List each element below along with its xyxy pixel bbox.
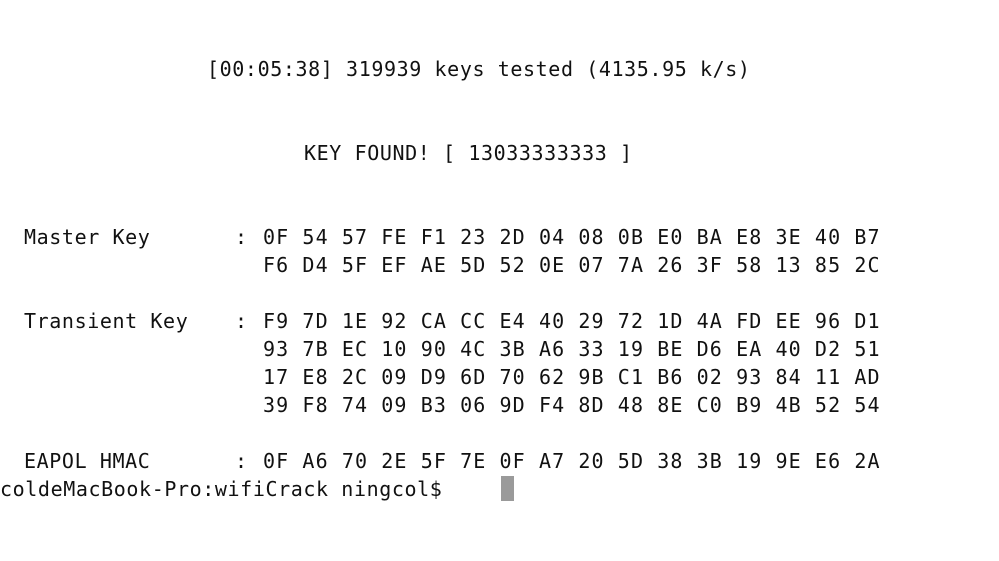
transient-key-row: 39 F8 74 09 B3 06 9D F4 8D 48 8E C0 B9 4… [263, 393, 881, 417]
master-key-separator: : [235, 225, 248, 249]
shell-prompt: coldeMacBook-Pro:wifiCrack ningcol$ [0, 477, 443, 501]
eapol-hmac-row: 0F A6 70 2E 5F 7E 0F A7 20 5D 38 3B 19 9… [263, 449, 881, 473]
text-cursor[interactable] [501, 476, 514, 501]
progress-line: [00:05:38] 319939 keys tested (4135.95 k… [207, 57, 751, 81]
terminal-window[interactable]: [00:05:38] 319939 keys tested (4135.95 k… [0, 0, 999, 561]
key-found-line: KEY FOUND! [ 13033333333 ] [304, 141, 633, 165]
master-key-row: F6 D4 5F EF AE 5D 52 0E 07 7A 26 3F 58 1… [263, 253, 881, 277]
transient-key-row: 93 7B EC 10 90 4C 3B A6 33 19 BE D6 EA 4… [263, 337, 881, 361]
master-key-label: Master Key [24, 225, 151, 249]
transient-key-label: Transient Key [24, 309, 189, 333]
eapol-hmac-separator: : [235, 449, 248, 473]
master-key-row: 0F 54 57 FE F1 23 2D 04 08 0B E0 BA E8 3… [263, 225, 881, 249]
transient-key-separator: : [235, 309, 248, 333]
transient-key-row: F9 7D 1E 92 CA CC E4 40 29 72 1D 4A FD E… [263, 309, 881, 333]
eapol-hmac-label: EAPOL HMAC [24, 449, 151, 473]
transient-key-row: 17 E8 2C 09 D9 6D 70 62 9B C1 B6 02 93 8… [263, 365, 881, 389]
